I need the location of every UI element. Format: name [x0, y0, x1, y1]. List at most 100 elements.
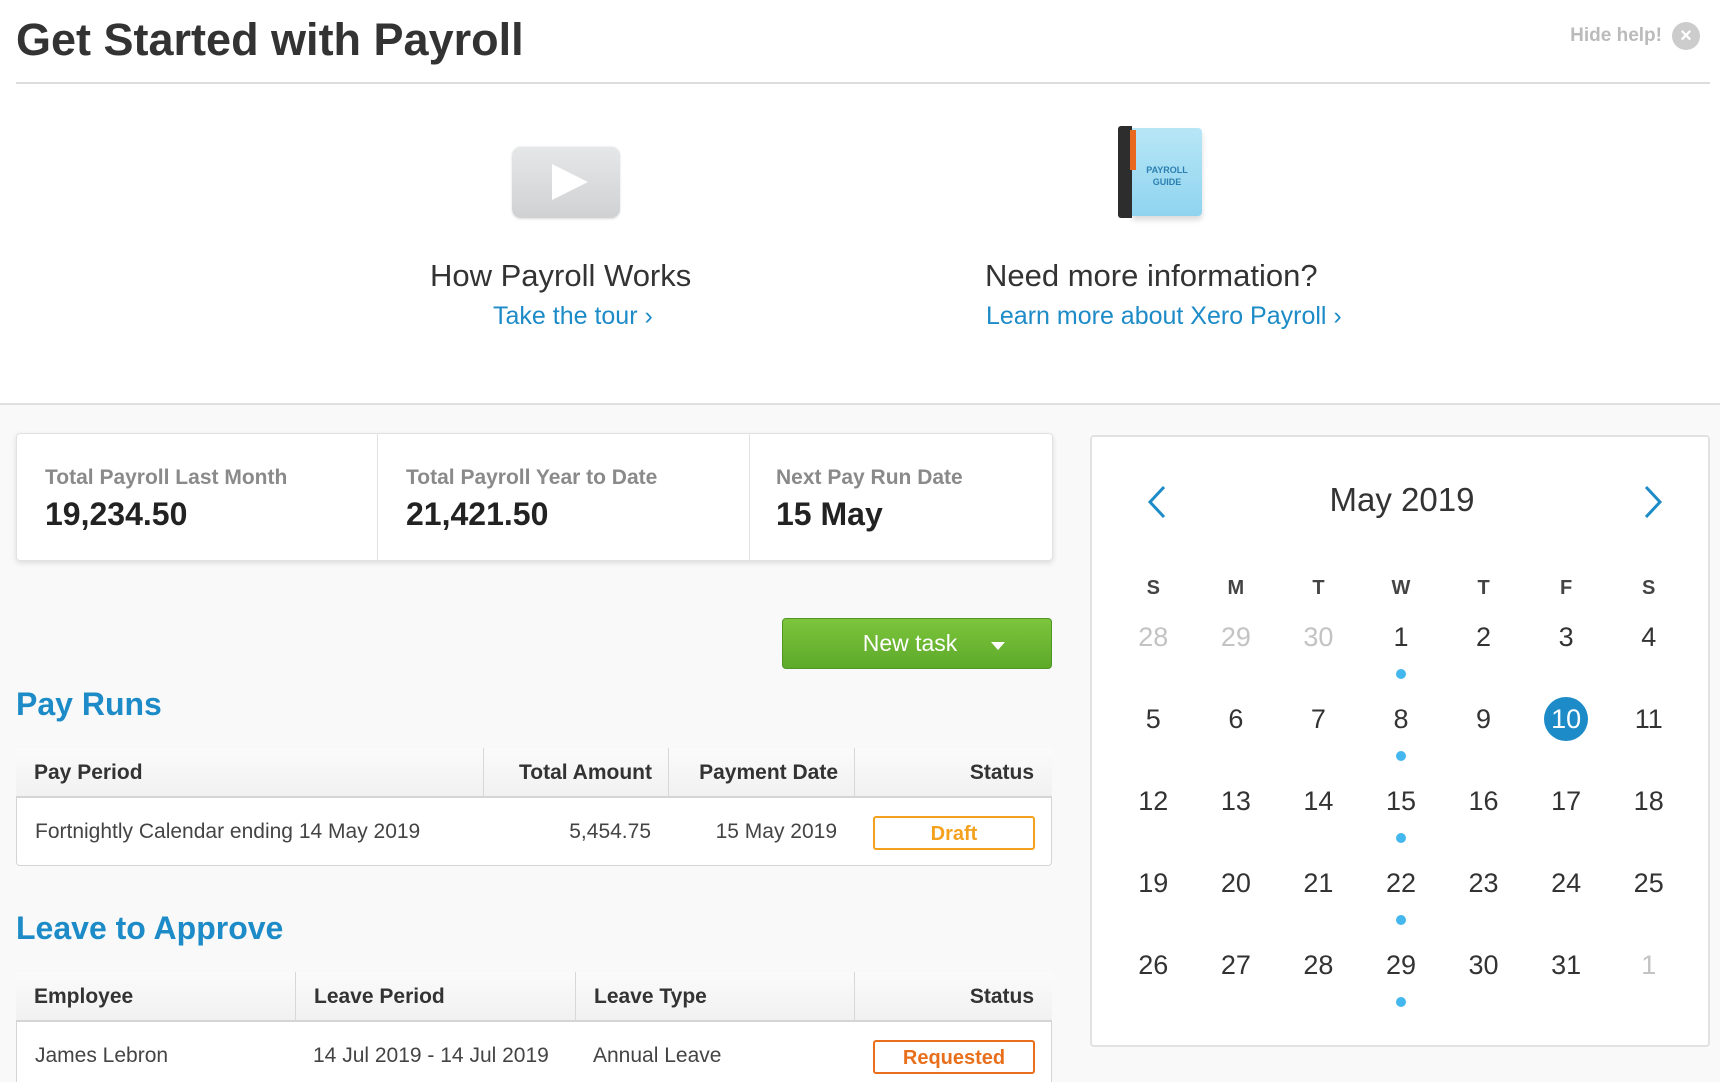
column-header-leave-type[interactable]: Leave Type	[594, 972, 707, 1022]
calendar-day-number: 30	[1303, 622, 1334, 652]
total-amount-cell: 5,454.75	[569, 820, 651, 843]
column-divider	[295, 972, 296, 1022]
calendar-day[interactable]: 4	[1607, 613, 1690, 695]
calendar-week: 26 27 28 29 30 31 1	[1112, 941, 1690, 1023]
calendar-day[interactable]: 27	[1195, 941, 1278, 1023]
column-header-employee[interactable]: Employee	[34, 972, 133, 1022]
calendar-day-number: 1	[1641, 950, 1657, 980]
calendar-day-number: 21	[1303, 868, 1334, 898]
column-header-status[interactable]: Status	[970, 748, 1034, 798]
caret-down-icon	[991, 642, 1005, 650]
calendar-day[interactable]: 1	[1360, 613, 1443, 695]
pay-period-cell[interactable]: Fortnightly Calendar ending 14 May 2019	[35, 798, 420, 866]
summary-label: Total Payroll Year to Date	[406, 466, 658, 489]
new-task-button[interactable]: New task	[782, 618, 1052, 669]
calendar-day[interactable]: 22	[1360, 859, 1443, 941]
calendar-day[interactable]: 14	[1277, 777, 1360, 859]
event-dot-icon	[1395, 669, 1406, 679]
calendar-day[interactable]: 2	[1442, 613, 1525, 695]
hide-help-button[interactable]: Hide help! ×	[1570, 22, 1700, 50]
tour-heading: How Payroll Works	[430, 258, 692, 293]
calendar-day[interactable]: 11	[1607, 695, 1690, 777]
take-tour-link[interactable]: Take the tour ›	[493, 302, 653, 331]
calendar-day-number: 12	[1138, 786, 1169, 816]
summary-value: 21,421.50	[406, 496, 549, 532]
table-header: Employee Leave Period Leave Type Status	[16, 972, 1052, 1022]
weekday-label: F	[1560, 577, 1573, 599]
calendar-day[interactable]: 20	[1195, 859, 1278, 941]
calendar-day[interactable]: 29	[1360, 941, 1443, 1023]
calendar-day[interactable]: 30	[1277, 613, 1360, 695]
calendar-day[interactable]: 23	[1442, 859, 1525, 941]
calendar-day-number: 27	[1220, 950, 1251, 980]
summary-label: Next Pay Run Date	[776, 466, 963, 489]
calendar-day-number: 10	[1544, 697, 1589, 741]
calendar-day[interactable]: 3	[1525, 613, 1608, 695]
calendar-day-number: 8	[1393, 704, 1409, 734]
weekday-label: M	[1227, 577, 1245, 599]
calendar-day-number: 23	[1468, 868, 1499, 898]
calendar-day[interactable]: 29	[1195, 613, 1278, 695]
calendar-grid: S M T W T F S 28 29 30 1 2 3 4 5 6 7 8 9 10 11 12 13 14 1…	[1112, 577, 1690, 1023]
calendar-day[interactable]: 12	[1112, 777, 1195, 859]
learn-more-link[interactable]: Learn more about Xero Payroll ›	[986, 302, 1342, 331]
calendar-day[interactable]: 8	[1360, 695, 1443, 777]
payroll-guide-book-icon[interactable]: PAYROLL GUIDE	[1118, 126, 1202, 218]
calendar-day[interactable]: 17	[1525, 777, 1608, 859]
event-dot-icon	[1395, 833, 1406, 843]
calendar-day[interactable]: 26	[1112, 941, 1195, 1023]
calendar-day[interactable]: 10	[1525, 695, 1608, 777]
payment-date-cell: 15 May 2019	[715, 820, 837, 843]
calendar-day[interactable]: 1	[1607, 941, 1690, 1023]
status-badge: Requested	[873, 1040, 1035, 1074]
calendar-day[interactable]: 5	[1112, 695, 1195, 777]
close-icon[interactable]: ×	[1672, 22, 1700, 50]
video-play-icon[interactable]	[512, 146, 620, 218]
column-divider	[854, 972, 855, 1022]
calendar-day-number: 9	[1476, 704, 1492, 734]
calendar-day[interactable]: 19	[1112, 859, 1195, 941]
calendar-day[interactable]: 16	[1442, 777, 1525, 859]
pay-calendar: May 2019 S M T W T F S 28 29 30 1 2 3 4 5 6 7 8 9 10…	[1090, 435, 1710, 1047]
leave-to-approve-title: Leave to Approve	[16, 910, 284, 946]
calendar-day[interactable]: 13	[1195, 777, 1278, 859]
calendar-day[interactable]: 7	[1277, 695, 1360, 777]
calendar-week: 28 29 30 1 2 3 4	[1112, 613, 1690, 695]
calendar-day-number: 6	[1228, 704, 1244, 734]
leave-table: Employee Leave Period Leave Type Status …	[16, 972, 1052, 1082]
calendar-day-number: 2	[1476, 622, 1492, 652]
table-header: Pay Period Total Amount Payment Date Sta…	[16, 748, 1052, 798]
column-header-pay-period[interactable]: Pay Period	[34, 748, 143, 798]
calendar-day[interactable]: 28	[1277, 941, 1360, 1023]
calendar-day[interactable]: 30	[1442, 941, 1525, 1023]
table-row[interactable]: Fortnightly Calendar ending 14 May 2019 …	[16, 798, 1052, 866]
calendar-day[interactable]: 28	[1112, 613, 1195, 695]
calendar-day[interactable]: 21	[1277, 859, 1360, 941]
calendar-day-number: 31	[1551, 950, 1582, 980]
column-header-leave-period[interactable]: Leave Period	[314, 972, 445, 1022]
weekday-label: T	[1477, 577, 1490, 599]
calendar-day-number: 7	[1310, 704, 1326, 734]
summary-last-month: Total Payroll Last Month 19,234.50	[17, 434, 378, 560]
calendar-day[interactable]: 25	[1607, 859, 1690, 941]
table-row[interactable]: James Lebron 14 Jul 2019 - 14 Jul 2019 A…	[16, 1022, 1052, 1082]
calendar-day[interactable]: 31	[1525, 941, 1608, 1023]
next-month-button[interactable]	[1632, 477, 1672, 527]
calendar-day-number: 15	[1385, 786, 1416, 816]
column-divider	[575, 972, 576, 1022]
column-divider	[483, 748, 484, 798]
employee-cell[interactable]: James Lebron	[35, 1022, 168, 1082]
column-divider	[854, 748, 855, 798]
column-header-status[interactable]: Status	[970, 972, 1034, 1022]
calendar-day[interactable]: 6	[1195, 695, 1278, 777]
calendar-day-number: 29	[1385, 950, 1416, 980]
calendar-day[interactable]: 18	[1607, 777, 1690, 859]
calendar-day[interactable]: 9	[1442, 695, 1525, 777]
calendar-day[interactable]: 24	[1525, 859, 1608, 941]
summary-next-pay-run: Next Pay Run Date 15 May	[750, 434, 1052, 560]
column-header-payment-date[interactable]: Payment Date	[699, 748, 838, 798]
hide-help-label: Hide help!	[1570, 25, 1662, 46]
column-header-total-amount[interactable]: Total Amount	[519, 748, 652, 798]
calendar-day[interactable]: 15	[1360, 777, 1443, 859]
calendar-day-number: 1	[1393, 622, 1409, 652]
